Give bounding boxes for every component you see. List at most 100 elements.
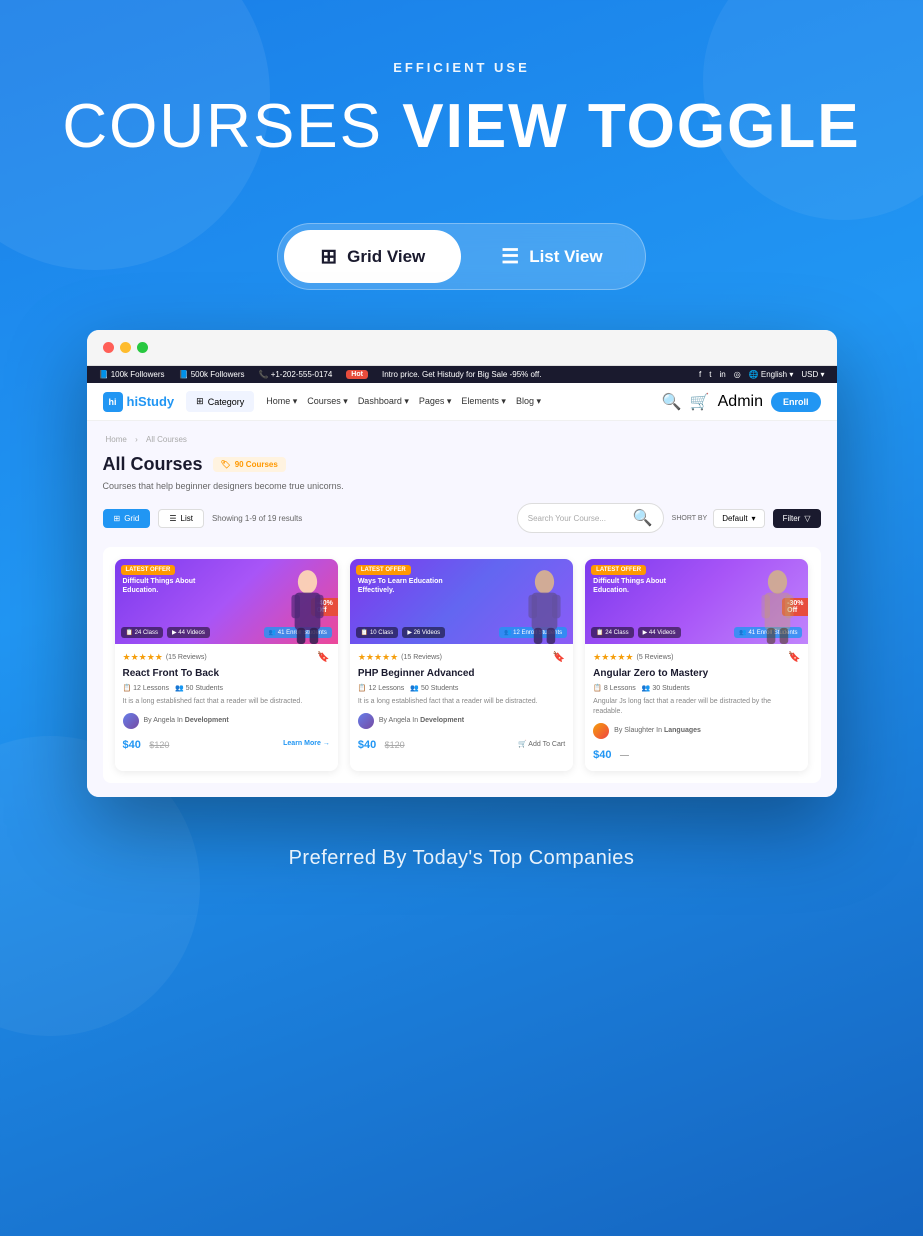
course-card-2: LATEST OFFER Ways To Learn Education Eff… [350,559,573,771]
stars-2: ★★★★★ [358,652,398,663]
search-icon[interactable]: 🔍 [662,392,682,412]
count-icon: 🏷 [221,460,231,469]
social-tw: t [709,370,711,379]
reviews-3: (5 Reviews) [637,654,674,661]
person-image-3 [755,569,800,644]
toggle-container: ⊞ Grid View ☰ List View [277,223,645,290]
grid-btn-icon: ⊞ [114,514,121,523]
card-stat-videos-3: ▶ 44 Videos [638,627,681,638]
count-text: 90 Courses [235,460,278,469]
person-image-2 [522,569,567,644]
card-author-2: By Angela In Development [358,713,565,729]
hero-section: EFFICIENT USE COURSES VIEW TOGGLE [0,0,923,191]
breadcrumb-home: Home [106,435,127,444]
course-card: LATEST OFFER Difficult Things About Educ… [115,559,338,771]
course-name-3: Angular Zero to Mastery [593,667,800,680]
bookmark-1[interactable]: 🔖 [317,652,329,663]
browser-section: 📘 100k Followers 📘 500k Followers 📞 +1-2… [0,330,923,797]
card-rating-3: ★★★★★ (5 Reviews) 🔖 [593,652,800,663]
breadcrumb: Home › All Courses [103,435,821,444]
card-body-2: ★★★★★ (15 Reviews) 🔖 PHP Beginner Advanc… [350,644,573,761]
author-avatar-3 [593,723,609,739]
notif-right: f t in ◎ 🌐 English ▾ USD ▾ [699,370,825,379]
bookmark-3[interactable]: 🔖 [788,652,800,663]
card-rating-1: ★★★★★ (15 Reviews) 🔖 [123,652,330,663]
search-input[interactable]: Search Your Course... [528,514,628,523]
card-image-1: LATEST OFFER Difficult Things About Educ… [115,559,338,644]
card-title-overlay-1: Difficult Things About Education. [123,577,203,595]
list-btn-icon: ☰ [169,514,176,523]
language-selector[interactable]: 🌐 English ▾ [749,370,794,379]
students-meta-1: 👥 50 Students [175,684,223,692]
nav-blog[interactable]: Blog ▾ [516,396,541,407]
grid-view-btn[interactable]: ⊞ Grid [103,509,151,528]
nav-home[interactable]: Home ▾ [266,396,297,407]
nav-bar: hi hiStudy ⊞ Category Home ▾ Courses ▾ D… [87,383,837,421]
nav-dashboard[interactable]: Dashboard ▾ [358,396,409,407]
promo-text: Intro price. Get Histudy for Big Sale -9… [382,370,541,379]
reviews-2: (15 Reviews) [401,654,442,661]
filter-bar: ⊞ Grid ☰ List Showing 1-9 of 19 results … [103,503,821,533]
hot-badge: Hot [346,370,368,379]
dot-minimize [120,342,131,353]
course-card-3: LATEST OFFER Difficult Things About Educ… [585,559,808,771]
card-image-2: LATEST OFFER Ways To Learn Education Eff… [350,559,573,644]
card-author-3: By Slaughter In Languages [593,723,800,739]
search-submit-icon[interactable]: 🔍 [633,508,653,528]
card-price-row-2: $40 $120 🛒 Add To Cart [358,735,565,753]
title-bold: VIEW TOGGLE [402,92,860,161]
card-stat-videos: ▶ 44 Videos [167,627,210,638]
card-label-3: LATEST OFFER [591,565,646,575]
notif-left: 📘 100k Followers 📘 500k Followers 📞 +1-2… [99,370,542,379]
list-view-button[interactable]: ☰ List View [465,230,638,283]
card-body-1: ★★★★★ (15 Reviews) 🔖 React Front To Back… [115,644,338,761]
author-name-3: By Slaughter In Languages [614,727,701,734]
title-light: COURSES [62,92,402,161]
breadcrumb-sep: › [135,435,138,444]
logo-icon: hi [103,392,123,412]
author-avatar-1 [123,713,139,729]
list-btn-label: List [181,514,193,523]
page-description: Courses that help beginner designers bec… [103,481,821,491]
card-meta-2: 📋 12 Lessons 👥 50 Students [358,684,565,692]
currency-selector[interactable]: USD ▾ [801,370,824,379]
card-desc-3: Angular Js long fact that a reader will … [593,697,800,717]
sort-by-wrapper: SHORT BY Default ▾ [672,509,765,528]
category-button[interactable]: ⊞ Category [186,391,254,412]
price-current-2: $40 [358,739,376,751]
social-in: in [719,370,725,379]
card-action-1[interactable]: Learn More → [283,740,330,747]
cart-icon[interactable]: 🛒 [690,392,710,412]
card-title-overlay-3: Difficult Things About Education. [593,577,673,595]
nav-links: Home ▾ Courses ▾ Dashboard ▾ Pages ▾ Ele… [266,396,650,407]
card-meta-1: 📋 12 Lessons 👥 50 Students [123,684,330,692]
sort-select[interactable]: Default ▾ [713,509,764,528]
nav-pages[interactable]: Pages ▾ [419,396,452,407]
enroll-button[interactable]: Enroll [771,392,821,412]
category-grid-icon: ⊞ [196,396,204,407]
social-ig: ◎ [734,370,741,379]
followers-500k: 📘 500k Followers [179,370,245,379]
courses-grid: LATEST OFFER Difficult Things About Educ… [103,547,821,783]
card-stat-class-2: 📋 10 Class [356,627,398,638]
card-stats-1: 📋 24 Class ▶ 44 Videos [121,627,210,638]
list-view-btn[interactable]: ☰ List [158,509,204,528]
search-box[interactable]: Search Your Course... 🔍 [517,503,664,533]
bookmark-2[interactable]: 🔖 [553,652,565,663]
card-price-row-1: $40 $120 Learn More → [123,735,330,753]
grid-label: Grid View [347,247,425,267]
nav-courses[interactable]: Courses ▾ [307,396,348,407]
admin-link[interactable]: Admin [718,393,763,411]
filter-button[interactable]: Filter ▽ [773,509,821,528]
main-content: Home › All Courses All Courses 🏷 90 Cour… [87,421,837,797]
grid-icon: ⊞ [320,244,337,269]
add-to-cart-2[interactable]: 🛒 Add To Cart [518,740,565,748]
course-name-2: PHP Beginner Advanced [358,667,565,680]
card-author-1: By Angela In Development [123,713,330,729]
nav-elements[interactable]: Elements ▾ [461,396,506,407]
price-section-2: $40 $120 [358,735,405,753]
dot-close [103,342,114,353]
grid-view-button[interactable]: ⊞ Grid View [284,230,461,283]
price-current-1: $40 [123,739,141,751]
grid-btn-label: Grid [124,514,139,523]
